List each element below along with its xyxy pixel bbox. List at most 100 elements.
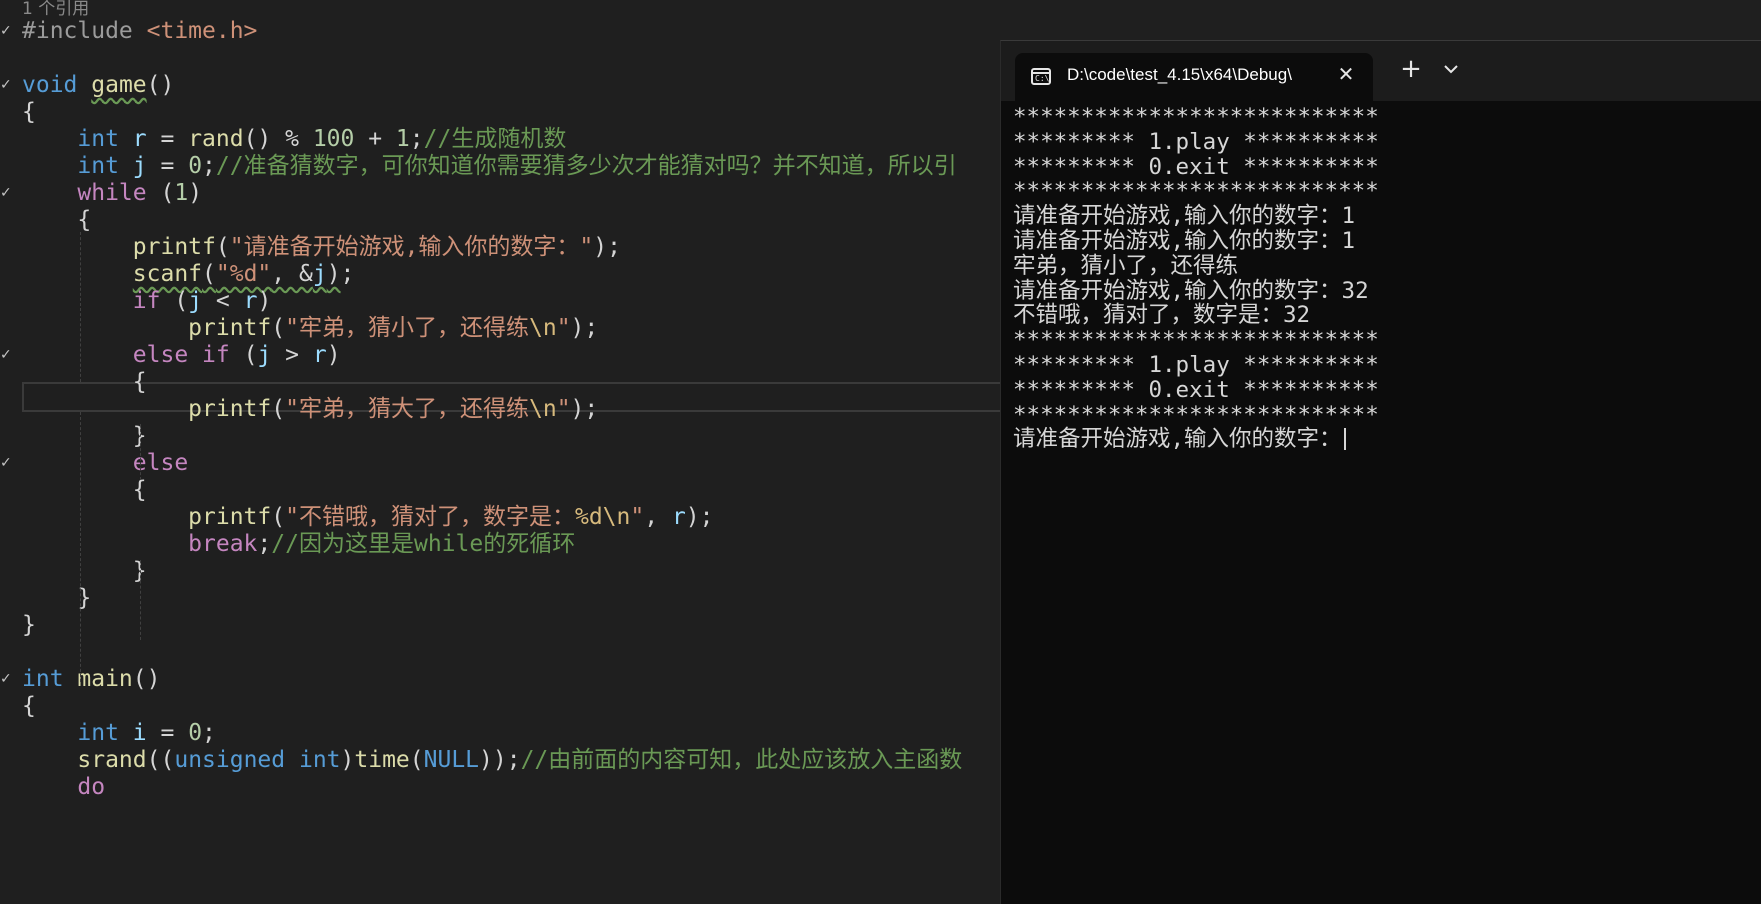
code-text: #include <time.h>	[22, 16, 257, 46]
code-line[interactable]: }	[0, 421, 1000, 451]
close-tab-icon[interactable]: ✕	[1335, 63, 1357, 85]
code-line[interactable]	[0, 637, 1000, 667]
terminal-line-text: ********* 1.play **********	[1013, 128, 1379, 155]
code-token: () %	[243, 126, 313, 152]
text-cursor	[1343, 428, 1346, 451]
code-line[interactable]: }	[0, 583, 1000, 613]
code-line[interactable]: {	[0, 691, 1000, 721]
code-line[interactable]: ✓ #include <time.h>	[0, 16, 1000, 46]
code-token: (	[229, 342, 258, 368]
terminal-line-text: 请准备开始游戏,输入你的数字：32	[1013, 277, 1369, 304]
terminal-line-text: ***************************	[1013, 327, 1379, 354]
code-token: j	[257, 342, 272, 368]
code-token: <time.h>	[146, 18, 258, 44]
code-line[interactable]: ✓ else if (j > r)	[0, 340, 1000, 370]
code-token: {	[22, 207, 92, 233]
code-line[interactable]: int j = 0;//准备猜数字，可你知道你需要猜多少次才能猜对吗？并不知道，…	[0, 151, 1000, 181]
code-text: printf("请准备开始游戏,输入你的数字：");	[22, 232, 621, 262]
code-text: void game()	[22, 70, 174, 100]
code-token: j	[188, 288, 203, 314]
code-token: game	[91, 72, 147, 98]
code-line[interactable]: srand((unsigned int)time(NULL));//由前面的内容…	[0, 745, 1000, 775]
code-line[interactable]: printf("牢弟，猜小了，还得练\n");	[0, 313, 1000, 343]
code-text: {	[22, 367, 147, 397]
code-line[interactable]: break;//因为这里是while的死循环	[0, 529, 1000, 559]
terminal-output[interactable]: *************************** ********* 1.p…	[1013, 105, 1753, 895]
fold-check-icon[interactable]: ✓	[0, 70, 12, 100]
code-token: //生成随机数	[423, 126, 567, 152]
terminal-tab[interactable]: C:\ D:\code\test_4.15\x64\Debug\ ✕	[1015, 53, 1373, 101]
code-line[interactable]: {	[0, 205, 1000, 235]
fold-check-icon[interactable]: ✓	[0, 448, 12, 478]
terminal-window[interactable]: C:\ D:\code\test_4.15\x64\Debug\ ✕ + ***…	[1000, 40, 1761, 904]
code-line[interactable]: }	[0, 556, 1000, 586]
terminal-line-text: 不错哦，猜对了，数字是：32	[1013, 302, 1311, 329]
terminal-titlebar[interactable]: C:\ D:\code\test_4.15\x64\Debug\ ✕ +	[1001, 41, 1761, 101]
fold-check-icon[interactable]: ✓	[0, 340, 12, 370]
code-line[interactable]: if (j < r)	[0, 286, 1000, 316]
code-token: do	[77, 774, 106, 800]
code-token: scanf	[132, 261, 203, 287]
code-token: );	[593, 234, 621, 260]
fold-check-icon[interactable]: ✓	[0, 16, 12, 46]
chevron-down-icon[interactable]	[1439, 57, 1463, 81]
code-token: int	[77, 720, 133, 746]
fold-check-icon[interactable]: ✓	[0, 664, 12, 694]
code-token: 100	[312, 126, 355, 152]
code-line[interactable]: int r = rand() % 100 + 1;//生成随机数	[0, 124, 1000, 154]
code-token: }	[22, 612, 36, 638]
code-text: int r = rand() % 100 + 1;//生成随机数	[22, 124, 566, 154]
code-text: else	[22, 448, 188, 478]
terminal-line: ***************************	[1013, 328, 1753, 353]
code-line[interactable]: int i = 0;	[0, 718, 1000, 748]
code-token: {	[22, 693, 36, 719]
code-token: %d\n	[574, 504, 631, 530]
code-line[interactable]: printf("请准备开始游戏,输入你的数字：");	[0, 232, 1000, 262]
terminal-line: ********* 1.play **********	[1013, 353, 1753, 378]
terminal-line: 请准备开始游戏,输入你的数字：32	[1013, 277, 1753, 304]
code-token: unsigned int	[174, 747, 341, 773]
terminal-line: ***************************	[1013, 402, 1753, 428]
code-token: r	[312, 342, 327, 368]
code-token: j	[312, 261, 327, 287]
terminal-line: ***************************	[1013, 179, 1753, 204]
fold-check-icon[interactable]: ✓	[0, 178, 12, 208]
code-line[interactable]: {	[0, 367, 1000, 397]
code-line[interactable]: ✓ int main()	[0, 664, 1000, 694]
code-line[interactable]: ✓ void game()	[0, 70, 1000, 100]
code-token: )	[257, 288, 272, 314]
code-token: "请准备开始游戏,输入你的数字："	[229, 234, 594, 260]
code-text: do	[22, 772, 105, 802]
code-text: int main()	[22, 664, 160, 694]
code-token: printf	[188, 504, 272, 530]
code-token: >	[271, 342, 313, 368]
code-line[interactable]: {	[0, 475, 1000, 505]
code-line[interactable]: ✓ else	[0, 448, 1000, 478]
code-line[interactable]: do	[0, 772, 1000, 802]
terminal-line-text: ********* 1.play **********	[1013, 351, 1379, 378]
code-line[interactable]: }	[0, 610, 1000, 640]
code-token: }	[22, 423, 147, 449]
terminal-line: 不错哦，猜对了，数字是：32	[1013, 303, 1753, 328]
code-line[interactable]: scanf("%d", &j);	[0, 259, 1000, 289]
indent-guide	[80, 412, 81, 682]
code-text: break;//因为这里是while的死循环	[22, 529, 575, 559]
code-line[interactable]	[0, 43, 1000, 73]
code-text: srand((unsigned int)time(NULL));//由前面的内容…	[22, 745, 962, 775]
code-line[interactable]: {	[0, 97, 1000, 127]
code-token: ;	[409, 126, 424, 152]
terminal-line: ********* 0.exit **********	[1013, 377, 1753, 403]
code-line[interactable]: printf("牢弟，猜大了，还得练\n");	[0, 394, 1000, 424]
terminal-line: ********* 0.exit **********	[1013, 154, 1753, 180]
code-token: int	[77, 153, 133, 179]
code-line[interactable]: ✓ while (1)	[0, 178, 1000, 208]
code-token: "不错哦，猜对了，数字是：	[285, 504, 575, 530]
new-tab-button[interactable]: +	[1397, 55, 1425, 83]
code-line[interactable]: printf("不错哦，猜对了，数字是：%d\n", r);	[0, 502, 1000, 532]
